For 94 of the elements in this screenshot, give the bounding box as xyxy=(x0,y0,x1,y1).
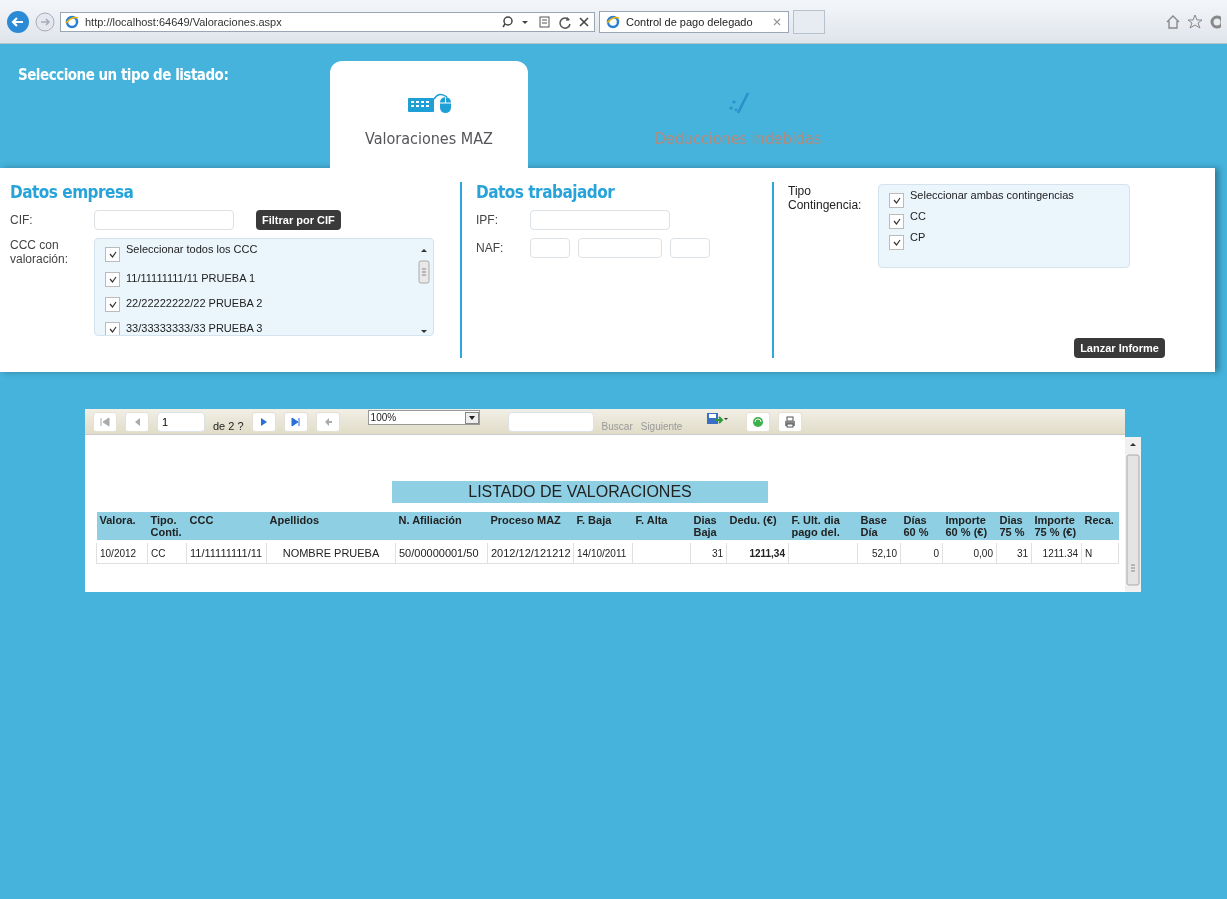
checkbox[interactable] xyxy=(889,214,904,229)
table-cell: 0,00 xyxy=(942,541,997,564)
page-number-field[interactable]: 1 xyxy=(157,411,205,432)
checkbox-label: Seleccionar todos los CCC xyxy=(126,243,258,255)
table-cell: 1211.34 xyxy=(1031,541,1082,564)
table-cell: 14/10/2011 xyxy=(573,541,633,564)
report-tab[interactable]: Valoraciones MAZ xyxy=(330,61,528,168)
zoom-dropdown[interactable]: 100% xyxy=(367,410,480,425)
naf-input-field[interactable] xyxy=(578,238,662,258)
cif-input-field[interactable] xyxy=(94,210,234,230)
column-header: Base Día xyxy=(857,512,901,542)
browser-logo-icon xyxy=(606,14,620,29)
refresh-icon[interactable] xyxy=(558,14,572,29)
table-cell: CC xyxy=(147,541,187,564)
checkmark-icon xyxy=(892,239,901,246)
home-icon[interactable] xyxy=(1165,13,1181,30)
field-label: CIF: xyxy=(10,213,34,227)
table-cell: 11/11111111/11 xyxy=(186,541,267,564)
tab-title: Control de pago delegado xyxy=(626,15,754,28)
column-header: Dias 75 % xyxy=(996,512,1032,542)
first-page-icon[interactable] xyxy=(99,415,111,428)
column-header: Valora. xyxy=(96,512,148,542)
table-cell: NOMBRE PRUEBA xyxy=(266,541,396,564)
star-icon[interactable] xyxy=(1187,13,1203,30)
column-header: Reca. xyxy=(1081,512,1119,542)
checkbox-label: Seleccionar ambas contingencias xyxy=(910,189,1074,201)
column-header: Dias Baja xyxy=(690,512,727,542)
column-header: F. Ult. dia pago del. xyxy=(788,512,858,542)
checkbox[interactable] xyxy=(889,235,904,250)
checkmark-icon xyxy=(892,197,901,204)
table-cell: 1211,34 xyxy=(726,541,789,564)
field-label: CCC con valoración: xyxy=(10,238,70,266)
column-header: Días 60 % xyxy=(900,512,943,542)
column-header: Tipo. Conti. xyxy=(147,512,187,542)
last-page-icon[interactable] xyxy=(289,415,302,428)
page-count: de 2 ? xyxy=(213,419,244,432)
table-cell: 0 xyxy=(900,541,943,564)
checkbox[interactable] xyxy=(105,297,120,312)
column-header: F. Baja xyxy=(573,512,633,542)
print-icon[interactable] xyxy=(784,415,797,428)
filter-button[interactable]: Filtrar por CIF xyxy=(256,210,341,230)
forward-button-icon[interactable] xyxy=(34,10,56,33)
naf-input-field[interactable] xyxy=(530,238,570,258)
section-title: Datos empresa xyxy=(10,182,135,202)
checkmark-icon xyxy=(108,301,117,308)
naf-input-field[interactable] xyxy=(670,238,710,258)
field-label: Tipo Contingencia: xyxy=(788,184,863,212)
column-header: Apellidos xyxy=(266,512,396,542)
checkmark-icon xyxy=(108,251,117,258)
column-header: Importe 75 % (€) xyxy=(1031,512,1082,542)
table-cell: 31 xyxy=(690,541,727,564)
checkbox[interactable] xyxy=(105,272,120,287)
checkmark-icon xyxy=(108,276,117,283)
browser-logo-icon xyxy=(65,14,79,29)
submit-button[interactable]: Lanzar Informe xyxy=(1074,338,1165,358)
table-cell: 31 xyxy=(996,541,1032,564)
column-header: N. Afiliación xyxy=(395,512,488,542)
column-header: F. Alta xyxy=(632,512,691,542)
column-header: Proceso MAZ xyxy=(487,512,574,542)
column-header: CCC xyxy=(186,512,267,542)
new-tab-button[interactable] xyxy=(793,9,825,34)
checkbox[interactable] xyxy=(889,193,904,208)
url-text: http://localhost:64649/Valoraciones.aspx xyxy=(85,15,283,28)
save-export-icon[interactable] xyxy=(706,411,729,426)
checkbox-label: CP xyxy=(910,231,926,243)
page-heading: Seleccione un tipo de listado: xyxy=(18,65,230,86)
compat-icon[interactable] xyxy=(538,14,552,29)
table-cell: N xyxy=(1081,541,1119,564)
address-bar[interactable]: http://localhost:64649/Valoraciones.aspx xyxy=(60,11,595,32)
ipf-input-field[interactable] xyxy=(530,210,670,230)
checkbox[interactable] xyxy=(105,322,120,335)
checkbox-label: 22/22222222/22 PRUEBA 2 xyxy=(126,296,263,309)
checkbox-label: 11/11111111/11 PRUEBA 1 xyxy=(126,271,256,284)
checkmark-icon xyxy=(108,326,117,333)
table-cell: 10/2012 xyxy=(96,541,148,564)
browser-tab[interactable]: Control de pago delegado xyxy=(599,10,789,33)
column-header: Importe 60 % (€) xyxy=(942,512,997,542)
table-cell: 52,10 xyxy=(857,541,901,564)
checkbox-label: 33/33333333/33 PRUEBA 3 xyxy=(126,321,263,334)
field-label: IPF: xyxy=(476,213,499,227)
column-header: Dedu. (€) xyxy=(726,512,789,542)
table-cell: 50/00000001/50 xyxy=(395,541,488,564)
table-cell: 2012/12/121212 xyxy=(487,541,574,564)
field-label: NAF: xyxy=(476,241,505,255)
close-icon[interactable] xyxy=(578,15,590,28)
find-input-field[interactable] xyxy=(507,411,594,432)
checkmark-icon xyxy=(892,218,901,225)
keyboard-mouse-icon xyxy=(407,91,451,115)
report-title: LISTADO DE VALORACIONES xyxy=(392,481,768,503)
checkbox[interactable] xyxy=(105,247,120,262)
checkbox-label: CC xyxy=(910,210,926,222)
scrollbar[interactable] xyxy=(1125,437,1141,592)
section-title: Datos trabajador xyxy=(476,182,616,202)
back-button-icon[interactable] xyxy=(6,9,30,34)
